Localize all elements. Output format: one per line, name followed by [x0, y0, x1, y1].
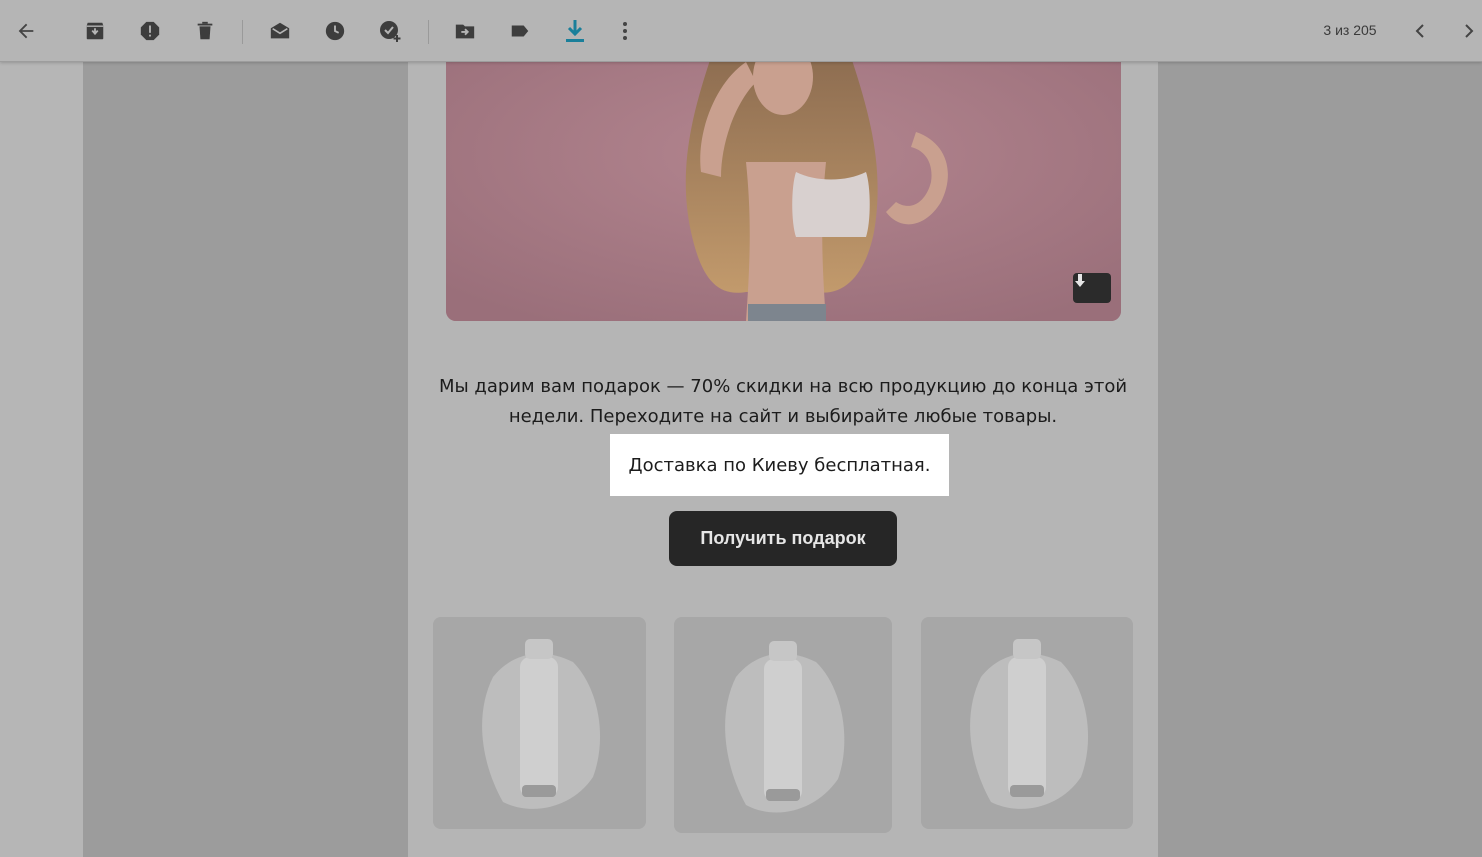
mark-unread-icon[interactable]: [263, 14, 297, 48]
email-body: Мы дарим вам подарок — 70% скидки на всю…: [408, 62, 1158, 857]
promo-line-2: недели. Переходите на сайт и выбирайте л…: [508, 406, 1058, 427]
promo-line-1: Мы дарим вам подарок — 70% скидки на всю…: [438, 376, 1128, 397]
product-card-2[interactable]: [674, 617, 892, 833]
image-download-button[interactable]: [1073, 273, 1111, 303]
add-task-icon[interactable]: [373, 14, 407, 48]
delete-icon[interactable]: [188, 14, 222, 48]
download-icon[interactable]: [558, 14, 592, 48]
download-arrow-icon: [1075, 274, 1085, 287]
product-card-3[interactable]: [921, 617, 1133, 829]
product-card-1[interactable]: [433, 617, 646, 829]
chevron-left-icon[interactable]: [1403, 14, 1437, 48]
label-icon[interactable]: [503, 14, 537, 48]
promo-paragraph: Мы дарим вам подарок — 70% скидки на всю…: [438, 372, 1128, 432]
more-icon[interactable]: [608, 14, 642, 48]
free-delivery-highlight: Доставка по Киеву бесплатная.: [610, 434, 949, 496]
report-spam-icon[interactable]: [133, 14, 167, 48]
get-gift-button[interactable]: Получить подарок: [669, 511, 897, 566]
hero-image: [446, 62, 1121, 321]
mail-toolbar: 3 из 205: [0, 0, 1482, 62]
move-to-icon[interactable]: [448, 14, 482, 48]
archive-icon[interactable]: [78, 14, 112, 48]
snooze-icon[interactable]: [318, 14, 352, 48]
toolbar-divider: [428, 20, 429, 44]
chevron-right-icon[interactable]: [1452, 14, 1482, 48]
back-arrow-icon[interactable]: [9, 14, 43, 48]
left-gutter: [0, 62, 83, 857]
left-backdrop: [83, 62, 408, 857]
toolbar-divider: [242, 20, 243, 44]
pager-count: 3 из 205: [1323, 22, 1377, 38]
right-backdrop: [1158, 62, 1482, 857]
